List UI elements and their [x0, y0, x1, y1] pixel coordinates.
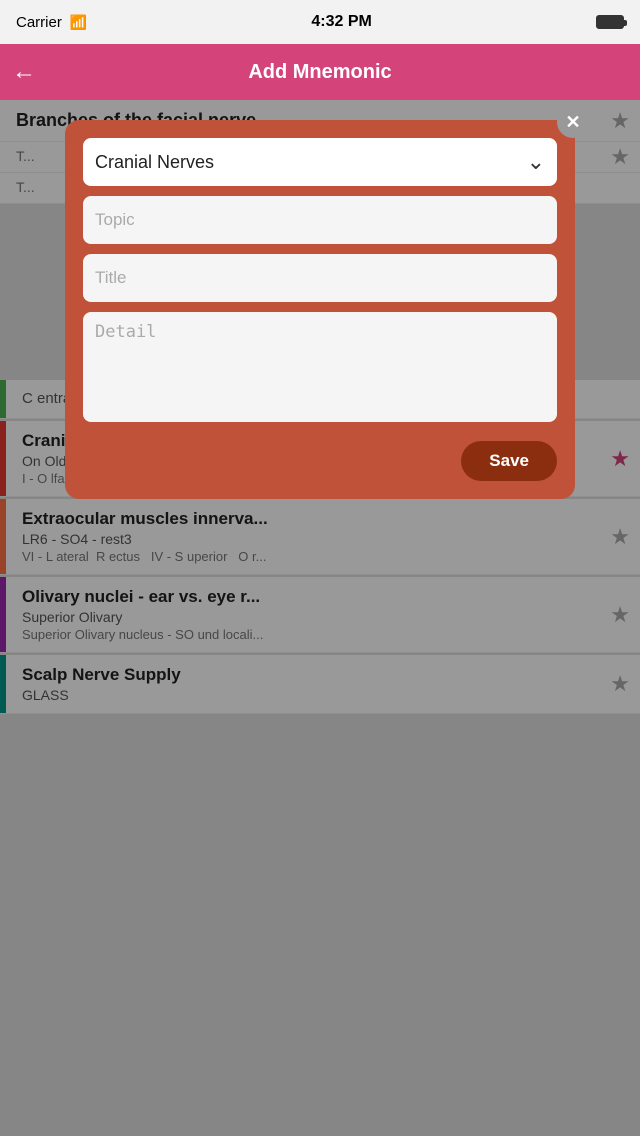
carrier-label: Carrier — [16, 14, 62, 31]
add-mnemonic-modal: ✕ Cranial Nerves Neurology Anatomy ⌄ Sav… — [65, 120, 575, 499]
wifi-icon: 📶 — [70, 14, 87, 31]
status-bar-left: Carrier 📶 — [16, 14, 87, 31]
back-button[interactable]: ← — [12, 58, 36, 86]
main-content: Branches of the facial nerve ★ T... ★ T.… — [0, 100, 640, 1136]
title-input[interactable] — [83, 254, 557, 302]
status-bar: Carrier 📶 4:32 PM — [0, 0, 640, 44]
detail-textarea[interactable] — [83, 312, 557, 422]
save-button[interactable]: Save — [461, 441, 557, 481]
status-bar-time: 4:32 PM — [311, 13, 371, 31]
page-title: Add Mnemonic — [248, 61, 391, 84]
modal-close-button[interactable]: ✕ — [557, 106, 589, 138]
category-select[interactable]: Cranial Nerves Neurology Anatomy — [83, 138, 557, 186]
category-select-wrapper: Cranial Nerves Neurology Anatomy ⌄ — [83, 138, 557, 186]
header: ← Add Mnemonic — [0, 44, 640, 100]
modal-overlay: ✕ Cranial Nerves Neurology Anatomy ⌄ Sav… — [0, 100, 640, 1136]
battery-icon — [596, 15, 624, 29]
topic-input[interactable] — [83, 196, 557, 244]
status-bar-right — [596, 15, 624, 29]
